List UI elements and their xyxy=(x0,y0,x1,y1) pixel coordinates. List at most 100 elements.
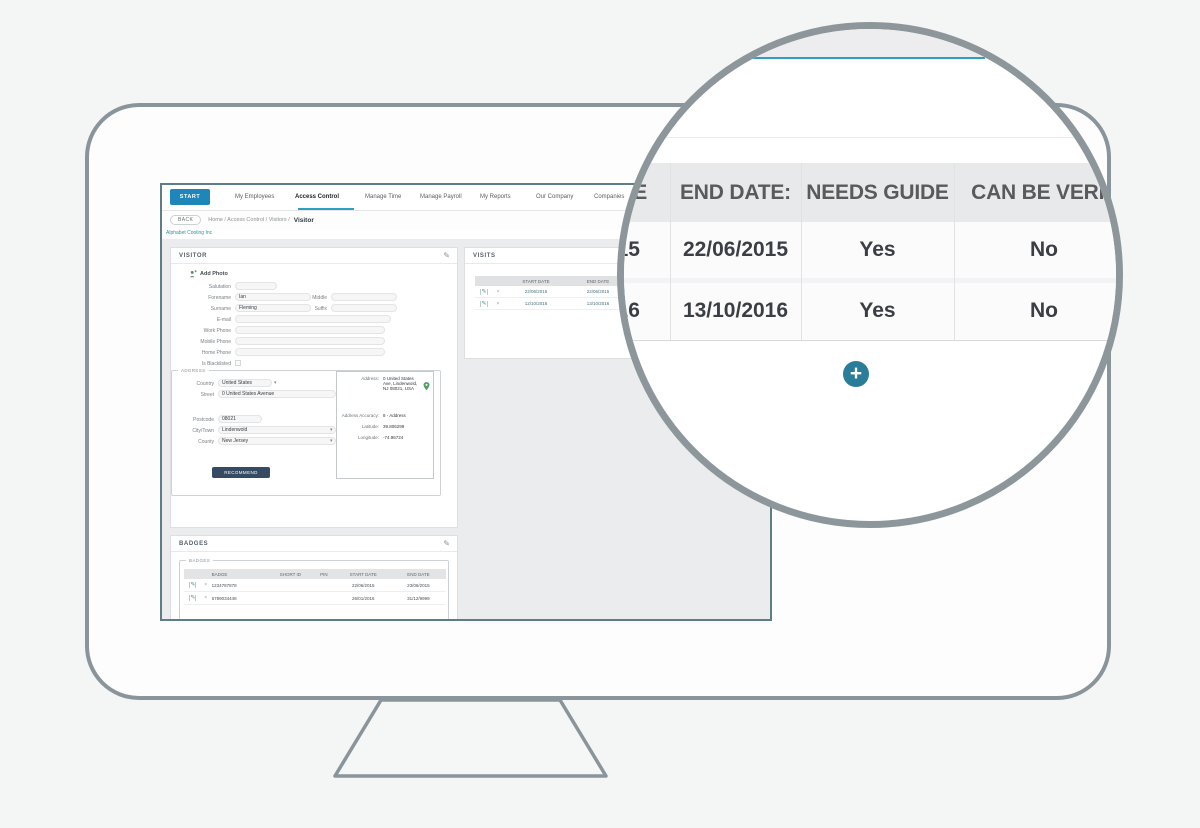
geo-latitude-label: Latitude: xyxy=(361,424,379,429)
lens-col-can-be-verified-partial: CAN BE VERIF xyxy=(971,181,1117,204)
lens-table-header: TE END DATE: NEEDS GUIDE CAN BE VERIF xyxy=(624,163,1116,222)
email-input[interactable] xyxy=(235,315,391,323)
active-tab-underline xyxy=(298,208,354,210)
row-delete-icon[interactable]: × xyxy=(200,595,212,601)
middle-input[interactable] xyxy=(331,293,397,301)
lens-needs-guide: Yes xyxy=(859,238,896,261)
visitor-card: VISITOR ✎ Add Photo Salutation Forename … xyxy=(170,247,458,528)
visits-col-start-date: START DATE xyxy=(522,278,550,284)
country-label: Country xyxy=(196,381,214,387)
salutation-label: Salutation xyxy=(208,284,231,290)
county-label: County xyxy=(198,439,214,445)
row-edit-icon[interactable]: ✎ xyxy=(189,582,197,588)
nav-item-my-employees[interactable]: My Employees xyxy=(235,194,274,200)
country-select[interactable]: United States xyxy=(218,379,272,387)
row-edit-icon[interactable]: ✎ xyxy=(480,300,488,307)
badges-fieldset: BADGES BADGE SHORT ID PIN START DATE END… xyxy=(179,558,449,619)
row-delete-icon[interactable]: × xyxy=(200,582,212,588)
row-delete-icon[interactable]: × xyxy=(491,301,505,307)
surname-label: Surname xyxy=(210,306,231,312)
geo-accuracy-value: 8 - Address xyxy=(383,413,406,418)
lens-table-row[interactable]: 016 13/10/2016 Yes No xyxy=(624,283,1116,339)
back-button[interactable]: BACK xyxy=(170,215,202,225)
badges-col-end-date: END DATE xyxy=(407,571,430,577)
badge-number: 1234787878 xyxy=(211,582,237,588)
row-delete-icon[interactable]: × xyxy=(491,289,505,295)
row-edit-icon[interactable]: ✎ xyxy=(189,595,197,601)
edit-pencil-icon[interactable]: ✎ xyxy=(443,251,450,260)
visits-row[interactable]: ✎ × 22/06/2015 22/06/2015 xyxy=(475,286,631,298)
nav-item-companies[interactable]: Companies xyxy=(594,194,624,200)
postcode-input[interactable]: 08021 xyxy=(218,415,262,423)
lens-can-be-verified: No xyxy=(1030,299,1058,322)
breadcrumb-path[interactable]: Home / Access Control / Visitors / xyxy=(208,217,290,223)
country-dropdown-icon: ▾ xyxy=(274,380,277,386)
badges-table: BADGE SHORT ID PIN START DATE END DATE ✎… xyxy=(184,569,446,605)
badge-end-date: 31/12/9999 xyxy=(407,595,430,601)
badge-end-date: 23/06/2015 xyxy=(407,582,430,588)
street-label: Street xyxy=(200,392,214,398)
badge-number: 6789034448 xyxy=(211,595,237,601)
geo-latitude-value: 39.806299 xyxy=(383,424,405,429)
badge-start-date: 22/06/2015 xyxy=(352,582,375,588)
work-phone-input[interactable] xyxy=(235,326,385,334)
geo-accuracy-label: Address Accuracy: xyxy=(341,413,379,418)
suffix-input[interactable] xyxy=(331,304,397,312)
badges-title: BADGES xyxy=(179,541,209,547)
row-edit-icon[interactable]: ✎ xyxy=(480,288,488,295)
nav-item-manage-payroll[interactable]: Manage Payroll xyxy=(420,194,462,200)
lens-active-tab-underline xyxy=(745,57,985,59)
badges-col-pin: PIN xyxy=(320,571,328,577)
lens-column-divider xyxy=(801,163,802,340)
lens-end-date: 13/10/2016 xyxy=(682,299,789,322)
nav-item-manage-time[interactable]: Manage Time xyxy=(365,194,401,200)
nav-item-our-company[interactable]: Our Company xyxy=(536,194,573,200)
add-photo-person-icon xyxy=(189,270,197,278)
visit-start-date: 22/06/2015 xyxy=(524,289,548,294)
geo-address-label: Address: xyxy=(361,376,379,381)
lens-column-divider xyxy=(670,163,671,340)
visitor-title: VISITOR xyxy=(179,253,208,259)
company-name: Alphabet Cooling Inc xyxy=(166,230,213,236)
visit-start-date: 12/10/2016 xyxy=(524,301,548,306)
start-button[interactable]: START xyxy=(170,189,210,205)
lens-table-bottom-border xyxy=(624,340,1116,341)
lens-needs-guide: Yes xyxy=(859,299,896,322)
badges-edit-pencil-icon[interactable]: ✎ xyxy=(443,539,450,548)
badge-start-date: 26/01/2016 xyxy=(352,595,375,601)
home-phone-label: Home Phone xyxy=(201,350,231,356)
work-phone-label: Work Phone xyxy=(203,328,231,334)
add-visit-button[interactable]: + xyxy=(843,361,869,387)
address-fieldset: ADDRESS Country United States ▾ Street 0… xyxy=(171,368,441,496)
map-pin-icon[interactable] xyxy=(423,382,430,391)
lens-table-row[interactable]: 015 22/06/2015 Yes No xyxy=(624,222,1116,278)
home-phone-input[interactable] xyxy=(235,348,385,356)
geocode-box: Address: 0 United States Ave, Lindenwold… xyxy=(336,371,434,479)
recommend-button[interactable]: RECOMMEND xyxy=(212,467,270,478)
geo-longitude-value: -74.96724 xyxy=(383,435,404,440)
city-select[interactable]: Lindenwold xyxy=(218,426,336,434)
badges-row[interactable]: ✎ × 6789034448 26/01/2016 31/12/9999 xyxy=(184,592,446,605)
middle-label: Middle xyxy=(312,295,327,301)
nav-item-access-control[interactable]: Access Control xyxy=(295,194,339,200)
badges-card: BADGES ✎ BADGES BADGE SHORT ID PIN START… xyxy=(170,535,458,619)
blacklisted-checkbox[interactable] xyxy=(235,360,241,366)
lens-start-date-partial: 015 xyxy=(617,238,640,261)
badges-card-header: BADGES ✎ xyxy=(171,536,457,552)
badges-row[interactable]: ✎ × 1234787878 22/06/2015 23/06/2015 xyxy=(184,579,446,592)
county-dropdown-icon: ▾ xyxy=(330,438,333,444)
county-select[interactable]: New Jersey xyxy=(218,437,336,445)
lens-col-needs-guide: NEEDS GUIDE xyxy=(806,181,949,204)
visits-row[interactable]: ✎ × 12/10/2016 13/10/2016 xyxy=(475,298,631,310)
city-dropdown-icon: ▾ xyxy=(330,427,333,433)
nav-item-my-reports[interactable]: My Reports xyxy=(480,194,511,200)
badges-col-badge: BADGE xyxy=(211,571,228,577)
street-input[interactable]: 0 United States Avenue xyxy=(218,390,336,398)
lens-divider xyxy=(624,137,1116,138)
lens-can-be-verified: No xyxy=(1030,238,1058,261)
breadcrumb-current: Visitor xyxy=(293,216,314,224)
salutation-input[interactable] xyxy=(235,282,277,290)
badges-legend: BADGES xyxy=(186,558,214,563)
add-photo-button[interactable]: Add Photo xyxy=(189,270,228,278)
mobile-phone-input[interactable] xyxy=(235,337,385,345)
